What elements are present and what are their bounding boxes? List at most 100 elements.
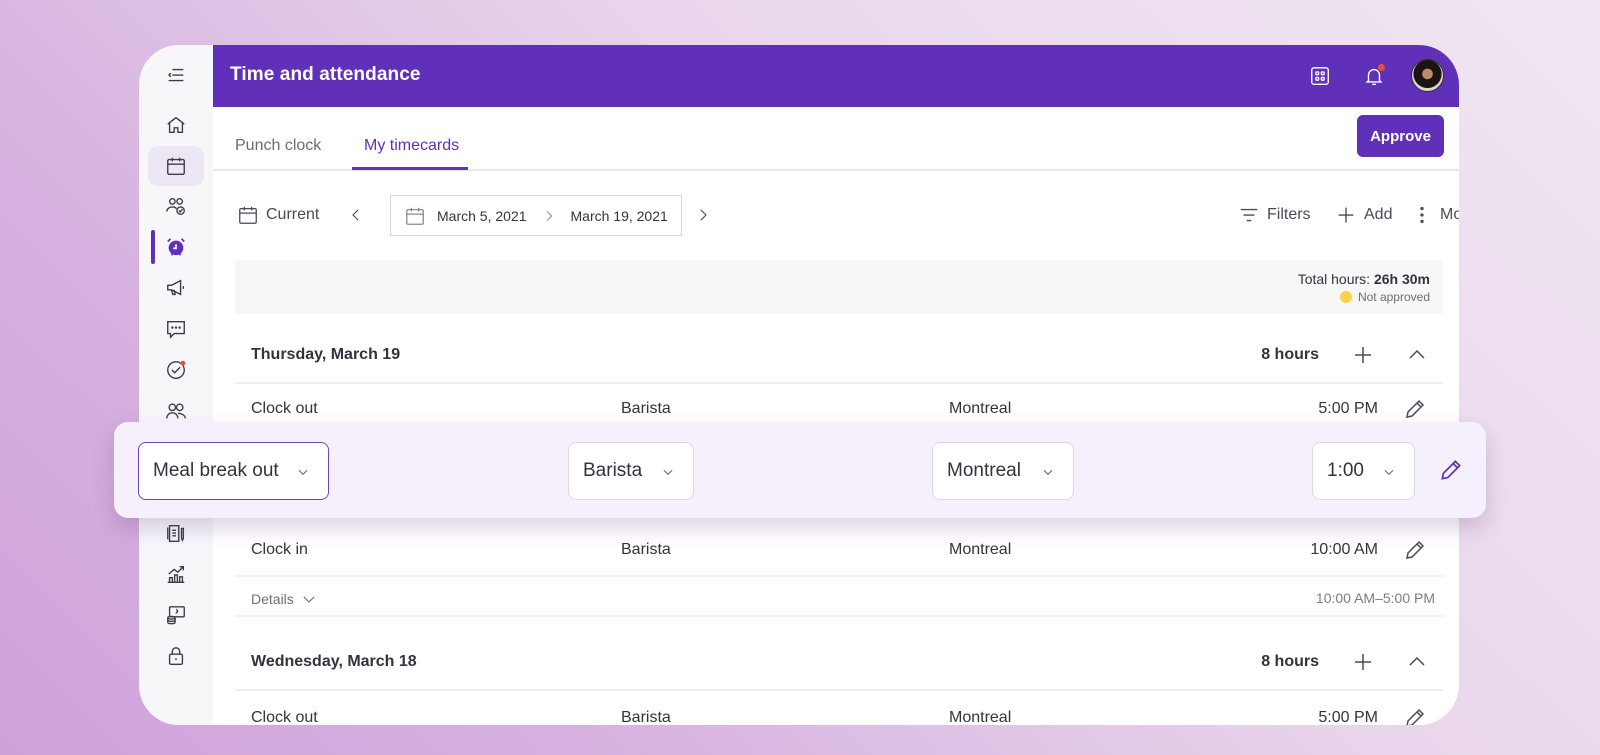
details-row: Details 10:00 AM–5:00 PM [235,577,1443,617]
user-avatar[interactable] [1411,59,1444,92]
next-period-button[interactable] [694,195,712,235]
chevron-up-icon[interactable] [1405,343,1429,367]
current-period-button[interactable]: Current [237,195,319,235]
table-row: Clock in Barista Montreal 10:00 AM [235,523,1443,577]
entry-time: 5:00 PM [1318,709,1378,725]
notifications-button[interactable] [1359,61,1389,91]
document-icon [167,524,185,542]
total-hours: Total hours: 26h 30m [1298,271,1430,287]
sidebar-item-documents[interactable] [148,513,204,553]
filters-button[interactable]: Filters [1238,195,1311,235]
day-title: Thursday, March 19 [251,346,401,363]
sidebar-item-team-approval[interactable] [148,186,204,226]
sidebar-item-home[interactable] [148,105,204,145]
menu-collapse-icon [168,68,184,82]
sidebar-item-time-attendance[interactable] [148,227,204,267]
entry-type: Clock in [251,541,308,558]
entry-location: Montreal [949,400,1012,417]
day-header: Thursday, March 19 8 hours [235,326,1443,384]
role-value: Barista [583,460,643,481]
filter-icon [1240,208,1258,222]
calendar-icon [239,206,257,224]
active-tab-indicator [352,167,468,170]
approval-status: Not approved [1339,290,1430,304]
time-range: 10:00 AM–5:00 PM [1315,590,1435,606]
sidebar-item-announcements[interactable] [148,268,204,308]
alarm-clock-icon [167,238,185,256]
total-hours-value: 26h 30m [1373,271,1430,287]
sidebar-item-payroll[interactable] [148,595,204,635]
entry-type-select[interactable]: Meal break out [138,442,329,500]
chevron-left-icon [352,209,359,221]
more-vertical-icon [1420,206,1424,224]
date-range-picker[interactable]: March 5, 2021 March 19, 2021 [390,195,682,236]
date-range-start: March 5, 2021 [437,207,527,224]
calendar-icon [406,207,424,225]
sidebar-item-tasks[interactable] [148,350,204,390]
entry-type: Clock out [251,709,318,725]
lock-icon [168,647,184,665]
more-button[interactable]: More [1411,195,1459,235]
check-circle-icon [167,360,186,379]
duration-value: 1:00 [1327,460,1364,481]
sidebar-item-reports[interactable] [148,554,204,594]
sidebar-item-calendar[interactable] [148,146,204,186]
status-label: Not approved [1357,290,1430,304]
location-select[interactable]: Montreal [932,442,1074,500]
sidebar-item-security[interactable] [148,636,204,676]
details-label: Details [251,591,294,607]
plus-icon [1338,207,1354,223]
total-hours-summary: Total hours: 26h 30m Not approved [235,260,1443,314]
entry-location: Montreal [949,709,1012,725]
filters-label: Filters [1267,206,1311,223]
day-header: Wednesday, March 18 8 hours [235,633,1443,691]
entry-time: 5:00 PM [1318,400,1378,417]
megaphone-icon [167,279,185,296]
tab-my-timecards[interactable]: My timecards [364,137,459,167]
sidebar-item-messages[interactable] [148,309,204,349]
pencil-icon[interactable] [1403,706,1427,725]
sidebar [139,45,213,725]
approve-button[interactable]: Approve [1357,115,1444,157]
day-hours: 8 hours [1261,653,1319,670]
chevron-right-icon [546,210,552,221]
previous-period-button[interactable] [347,195,365,235]
users-icon [166,403,186,419]
add-entry-icon[interactable] [1351,650,1375,674]
entry-type: Clock out [251,400,318,417]
date-range-end: March 19, 2021 [570,207,668,224]
users-check-icon [166,197,185,215]
entry-location: Montreal [949,541,1012,558]
add-entry-icon[interactable] [1351,343,1375,367]
day-title: Wednesday, March 18 [251,653,417,670]
chat-icon [167,320,185,339]
entry-time: 10:00 AM [1310,541,1378,558]
duration-select[interactable]: 1:00 [1312,442,1415,500]
home-icon [167,116,185,134]
status-dot-icon [1339,291,1352,303]
money-icon [167,606,185,625]
add-button[interactable]: Add [1335,195,1392,235]
tab-punch-clock[interactable]: Punch clock [235,137,321,167]
notification-badge [1378,64,1385,71]
add-label: Add [1364,206,1393,223]
total-hours-label: Total hours: [1297,271,1371,287]
app-header: Time and attendance [213,45,1459,107]
pencil-icon[interactable] [1403,397,1427,421]
current-label: Current [266,206,320,223]
chevron-down-icon [1043,469,1053,476]
pencil-icon[interactable] [1438,457,1464,483]
menu-collapse-button[interactable] [148,55,204,95]
entry-role: Barista [621,541,671,558]
apps-button[interactable] [1305,61,1335,91]
chevron-right-icon [700,209,707,221]
app-title: Time and attendance [230,64,421,85]
details-toggle[interactable]: Details [251,590,318,608]
role-select[interactable]: Barista [568,442,694,500]
chart-icon [167,565,185,583]
day-hours: 8 hours [1261,346,1319,363]
entry-type-value: Meal break out [153,460,279,481]
entry-role: Barista [621,709,671,725]
pencil-icon[interactable] [1403,538,1427,562]
chevron-up-icon[interactable] [1405,650,1429,674]
